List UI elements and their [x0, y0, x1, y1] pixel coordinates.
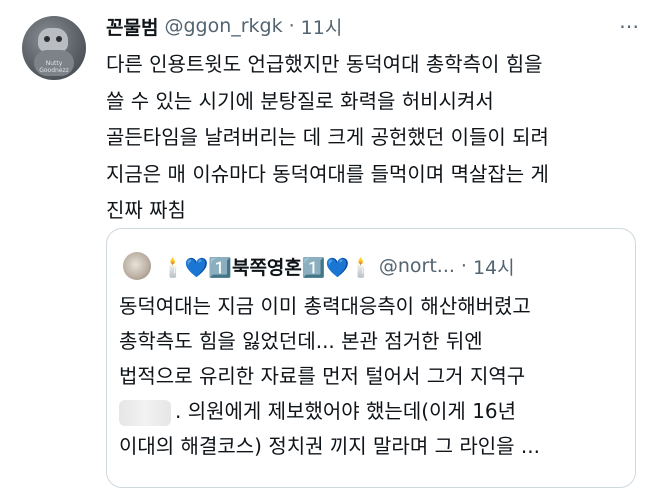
quoted-tweet-card[interactable]: 🕯️💙1️⃣북쪽영혼1️⃣💙🕯️ @nort... · 14시 동덕여대는 지금…: [106, 228, 636, 488]
tweet-timestamp[interactable]: 11시: [301, 13, 343, 40]
quoted-line: 이대의 해결코스) 정치권 끼지 말라며 그 라인을 ...: [119, 434, 540, 458]
tweet-line: 진짜 짜침: [106, 198, 186, 222]
tweet-text: 다른 인용트윗도 언급했지만 동덕여대 총학측이 힘을 쓸 수 있는 시기에 분…: [106, 46, 636, 229]
quoted-tweet-header: 🕯️💙1️⃣북쪽영혼1️⃣💙🕯️ @nort... · 14시: [123, 251, 515, 281]
quoted-line: 동덕여대는 지금 이미 총력대응측이 해산해버렸고: [119, 294, 531, 318]
quoted-display-name: 🕯️💙1️⃣북쪽영혼1️⃣💙🕯️: [161, 256, 373, 279]
more-options-icon[interactable]: ⋯: [619, 14, 640, 38]
quoted-line: 총학측도 힘을 잃었던데... 본관 점거한 뒤엔: [119, 329, 483, 353]
quoted-line-wrapper: . 의원에게 제보했어야 했는데(이게 16년: [119, 394, 629, 429]
quoted-avatar: [123, 252, 151, 280]
profile-avatar[interactable]: Nutty Goodnezz: [22, 16, 86, 80]
quoted-timestamp: 14시: [472, 256, 515, 279]
tweet-line: 지금은 매 이슈마다 동덕여대를 들먹이며 멱살잡는 게: [106, 161, 549, 186]
blurred-redaction: [119, 399, 171, 426]
display-name[interactable]: 꼰물범: [106, 13, 158, 40]
avatar-head: [38, 28, 68, 52]
avatar-eye-right: [56, 36, 62, 42]
quoted-line: . 의원에게 제보했어야 했는데(이게 16년: [175, 399, 517, 423]
separator-dot: ·: [460, 255, 467, 277]
avatar-caption: Nutty Goodnezz: [39, 60, 69, 74]
tweet-line: 골든타임을 날려버리는 데 크게 공헌했던 이들이 되려: [106, 125, 549, 149]
tweet-line: 다른 인용트윗도 언급했지만 동덕여대 총학측이 힘을: [106, 52, 543, 76]
tweet-line: 쓸 수 있는 시기에 분탕질로 화력을 허비시켜서: [106, 88, 494, 113]
quoted-tweet-text: 동덕여대는 지금 이미 총력대응측이 해산해버렸고 총학측도 힘을 잃었던데..…: [119, 289, 629, 464]
quoted-line: 법적으로 유리한 자료를 먼저 털어서 그거 지역구: [119, 364, 526, 388]
quoted-user-handle: @nort...: [378, 255, 455, 277]
separator-dot: ·: [288, 15, 295, 37]
tweet-header: 꼰물범 @ggon_rkgk · 11시: [106, 12, 342, 40]
user-handle[interactable]: @ggon_rkgk: [164, 15, 282, 37]
avatar-eye-left: [44, 36, 50, 42]
